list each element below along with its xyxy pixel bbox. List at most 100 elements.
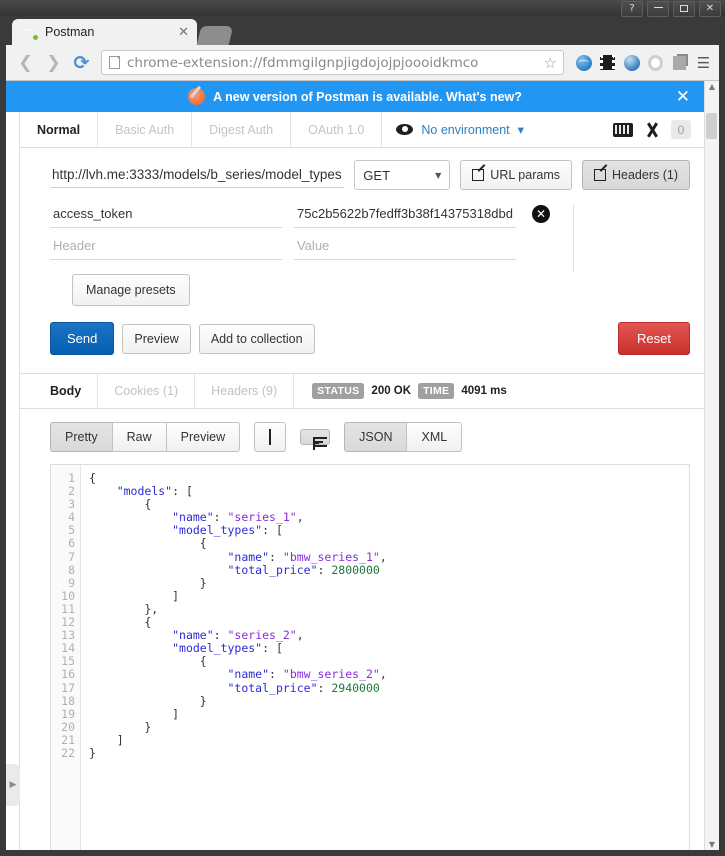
- header-key-input[interactable]: [50, 200, 282, 228]
- header-value-input[interactable]: [294, 200, 516, 228]
- wrap-lines-group: [300, 429, 331, 450]
- history-count-badge[interactable]: 0: [671, 120, 691, 139]
- line-number: 18: [61, 693, 75, 708]
- tab-headers[interactable]: Headers (9): [195, 374, 295, 408]
- header-key-input-empty[interactable]: [50, 232, 282, 260]
- tab-basic-auth[interactable]: Basic Auth: [98, 112, 193, 147]
- time-badge-label: TIME: [418, 383, 455, 399]
- add-to-collection-button[interactable]: Add to collection: [198, 323, 315, 354]
- bookmark-star-icon[interactable]: ☆: [544, 54, 557, 72]
- address-bar-url: chrome-extension://fdmmgilgnpjigdojojpjo…: [127, 54, 479, 71]
- close-button[interactable]: ✕: [699, 1, 721, 17]
- browser-menu-icon[interactable]: ☰: [695, 54, 712, 72]
- pencil-icon: [594, 169, 606, 181]
- http-method-select[interactable]: GET ▼: [354, 160, 451, 190]
- line-number: 22: [61, 745, 75, 760]
- film-extension-icon[interactable]: [599, 54, 616, 71]
- response-body-viewer: 1 2 3 4 5 6 7 8 9 10 11 12 13 14 15 16 17 18 19 20 21 22 { "m…: [50, 464, 690, 850]
- window-controls: ? ✕: [621, 1, 721, 17]
- back-icon[interactable]: ❮: [13, 50, 38, 75]
- reset-button[interactable]: Reset: [618, 322, 690, 355]
- line-number: 5: [68, 523, 75, 538]
- view-mode-group: Pretty Raw Preview: [50, 422, 241, 452]
- pencil-icon: [472, 169, 485, 181]
- sidebar-expand-toggle[interactable]: ▶: [6, 764, 20, 806]
- scroll-down-arrow[interactable]: ▼: [709, 840, 715, 849]
- help-button[interactable]: ?: [621, 1, 643, 17]
- tab-normal[interactable]: Normal: [20, 112, 99, 147]
- line-number: 21: [61, 732, 75, 747]
- page-icon: [109, 56, 120, 69]
- scroll-up-arrow[interactable]: ▲: [709, 82, 715, 91]
- tab-digest-auth[interactable]: Digest Auth: [192, 112, 292, 147]
- view-mode-pretty[interactable]: Pretty: [50, 422, 113, 452]
- line-number: 19: [61, 706, 75, 721]
- forward-icon[interactable]: ❯: [41, 50, 66, 75]
- update-notification-text[interactable]: A new version of Postman is available. W…: [213, 90, 522, 104]
- maximize-button[interactable]: [673, 1, 695, 17]
- reload-icon[interactable]: ⟳: [69, 50, 94, 75]
- delete-header-icon[interactable]: ✕: [532, 205, 550, 223]
- fullscreen-group: [254, 422, 287, 452]
- page-scrollbar[interactable]: ▲ ▼: [704, 81, 719, 850]
- line-number: 20: [61, 719, 75, 734]
- language-json[interactable]: JSON: [344, 422, 408, 452]
- manage-presets-button[interactable]: Manage presets: [72, 274, 190, 306]
- view-mode-raw[interactable]: Raw: [111, 422, 167, 452]
- request-url-input[interactable]: [50, 162, 345, 188]
- fullscreen-button[interactable]: [254, 422, 287, 452]
- opera-extension-icon[interactable]: [647, 54, 664, 71]
- postman-extension-icon[interactable]: [575, 54, 592, 71]
- chevron-down-icon: ▼: [435, 170, 442, 180]
- line-number: 10: [61, 588, 75, 603]
- minimize-button[interactable]: [647, 1, 669, 17]
- request-url-row: GET ▼ URL params Headers (1): [20, 148, 704, 200]
- line-number: 6: [68, 536, 75, 551]
- language-group: JSON XML: [344, 422, 463, 452]
- presets-row: Manage presets: [50, 264, 690, 306]
- notification-close-icon[interactable]: ✕: [676, 87, 690, 107]
- tab-cookies[interactable]: Cookies (1): [98, 374, 196, 408]
- os-window: ? ✕ Postman ✕ ❮ ❯ ⟳ chrome-extension://f: [0, 0, 725, 856]
- wrap-lines-button[interactable]: [300, 429, 331, 450]
- browser-window: Postman ✕ ❮ ❯ ⟳ chrome-extension://fdmmg…: [6, 16, 719, 850]
- environment-label: No environment: [421, 122, 510, 137]
- postman-body: ▶ Normal Basic Auth Digest Auth OAuth 1.…: [6, 112, 704, 850]
- address-bar[interactable]: chrome-extension://fdmmgilgnpjigdojojpjo…: [101, 50, 564, 75]
- tab-close-icon[interactable]: ✕: [168, 25, 189, 40]
- auth-bar-tools: 0: [613, 112, 704, 147]
- status-badge-label: STATUS: [312, 383, 365, 399]
- url-params-label: URL params: [490, 168, 560, 182]
- headers-button[interactable]: Headers (1): [582, 160, 690, 190]
- rocket-icon: [188, 88, 206, 105]
- globe-extension-icon[interactable]: [623, 54, 640, 71]
- postman-favicon: [22, 24, 39, 41]
- new-tab-button[interactable]: [196, 26, 234, 45]
- preview-button[interactable]: Preview: [122, 323, 191, 354]
- update-notification-bar: A new version of Postman is available. W…: [6, 81, 704, 112]
- header-row-empty: [50, 232, 690, 260]
- tab-body[interactable]: Body: [34, 374, 99, 408]
- browser-tab-postman[interactable]: Postman ✕: [12, 19, 197, 45]
- scrollbar-thumb[interactable]: [706, 113, 717, 139]
- eye-icon[interactable]: [396, 124, 414, 135]
- environment-selector[interactable]: No environment ▾: [382, 112, 538, 147]
- language-xml[interactable]: XML: [406, 422, 463, 452]
- send-button[interactable]: Send: [50, 322, 115, 355]
- settings-wrench-icon[interactable]: [644, 122, 660, 138]
- response-tab-bar: Body Cookies (1) Headers (9) STATUS 200 …: [20, 374, 704, 409]
- copy-extension-icon[interactable]: [671, 54, 688, 71]
- header-value-input-empty[interactable]: [294, 232, 516, 260]
- line-number: 17: [61, 680, 75, 695]
- postman-app: A new version of Postman is available. W…: [6, 81, 704, 850]
- response-body-code[interactable]: { "models": [ { "name": "series_1", "mod…: [81, 465, 689, 850]
- headers-label: Headers (1): [612, 168, 678, 182]
- keyboard-shortcuts-icon[interactable]: [613, 122, 633, 137]
- view-mode-preview[interactable]: Preview: [165, 422, 241, 452]
- browser-omnibar: ❮ ❯ ⟳ chrome-extension://fdmmgilgnpjigdo…: [6, 45, 719, 81]
- url-params-button[interactable]: URL params: [460, 160, 572, 190]
- line-number: 7: [68, 549, 75, 564]
- header-row: ✕: [50, 200, 690, 228]
- response-format-toolbar: Pretty Raw Preview JSON XML: [20, 409, 704, 464]
- tab-oauth-1[interactable]: OAuth 1.0: [291, 112, 383, 147]
